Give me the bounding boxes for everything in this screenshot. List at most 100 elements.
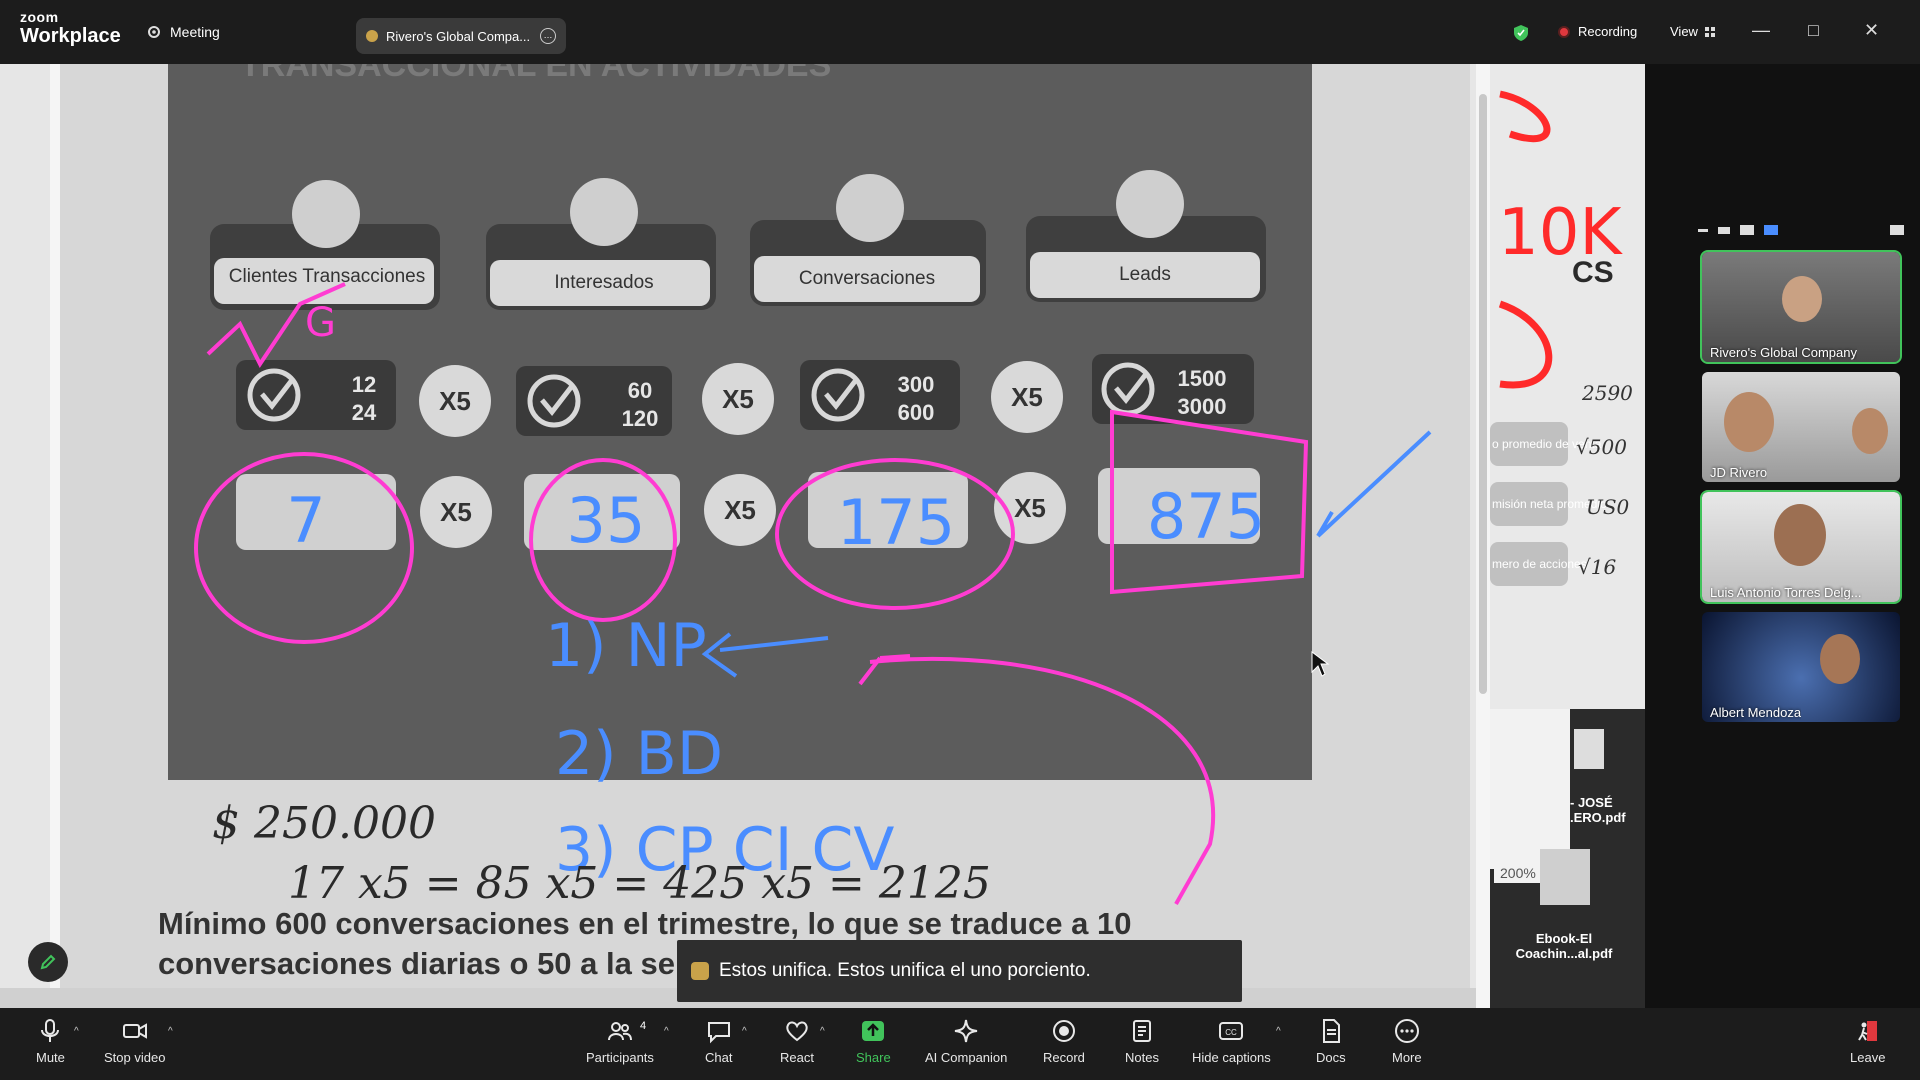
chat-button[interactable]: Chat (705, 1018, 732, 1065)
svg-text:CC: CC (1226, 1028, 1238, 1037)
top-mark-annotation: G (305, 300, 336, 346)
close-button[interactable]: ✕ (1864, 20, 1879, 41)
more-dots-icon (1394, 1019, 1419, 1043)
chat-chevron-icon[interactable]: ^ (742, 1026, 747, 1037)
participant-tile-3[interactable]: Luis Antonio Torres Delg... (1700, 490, 1902, 604)
more-label: More (1392, 1050, 1422, 1065)
view-button[interactable]: View (1670, 24, 1716, 39)
recording-label: Recording (1578, 24, 1638, 39)
hide-captions-button[interactable]: CC Hide captions (1192, 1018, 1271, 1065)
sparkle-icon (955, 1019, 978, 1043)
result-2: 35 (567, 484, 646, 557)
participant-tile-2[interactable]: JD Rivero (1702, 372, 1900, 482)
record-button[interactable]: Record (1043, 1018, 1085, 1065)
maximize-button[interactable]: □ (1808, 20, 1819, 41)
file-name-1[interactable]: - JOSÉ .ERO.pdf (1570, 795, 1642, 825)
right-panel-annotations: 10K CS o promedio de venta misión neta p… (1490, 64, 1645, 709)
participant-tile-1[interactable]: Rivero's Global Company (1700, 250, 1902, 364)
security-shield-icon[interactable] (1514, 25, 1528, 41)
participants-chevron-icon[interactable]: ^ (664, 1026, 669, 1037)
pdf-file-icon[interactable] (1574, 729, 1604, 769)
react-button[interactable]: React (780, 1018, 814, 1065)
video-camera-icon (122, 1023, 147, 1039)
handwritten-2: √500 (1576, 435, 1627, 459)
speaker-avatar-icon (691, 962, 709, 980)
participant-face-3 (1774, 504, 1826, 566)
grid-view-icon (1704, 26, 1715, 37)
leave-door-icon (1857, 1021, 1877, 1041)
poster-top-title: TRANSACCIONAL EN ACTIVIDADES (240, 64, 831, 84)
multiplier-6: X5 (1014, 493, 1046, 523)
captions-chevron-icon[interactable]: ^ (1276, 1026, 1281, 1037)
minimize-button[interactable]: — (1752, 20, 1770, 41)
docs-label: Docs (1316, 1050, 1346, 1065)
multiplier-3: X5 (1011, 382, 1043, 412)
participant-face-2b (1852, 408, 1888, 454)
right-label-3: mero de acciones (1492, 557, 1587, 571)
meeting-info-button[interactable]: Meeting (146, 24, 220, 40)
participants-count: 4 (640, 1020, 647, 1032)
view-label: View (1670, 24, 1698, 39)
meeting-toolbar: Mute ^ Stop video ^ Participants 4 ^ Cha… (0, 1008, 1920, 1080)
recording-dot-icon (1558, 25, 1570, 38)
file-name-2[interactable]: Ebook-El Coachin...al.pdf (1494, 931, 1634, 961)
sharer-avatar-icon (366, 30, 378, 42)
shared-screen-label: Rivero's Global Compa... (386, 28, 531, 44)
zoom-level-label: 200% (1494, 863, 1542, 883)
range-bottom-3: 600 (898, 400, 935, 425)
recording-indicator[interactable]: Recording (1558, 24, 1637, 39)
category-label-3: Conversaciones (799, 268, 935, 289)
category-label-1: Clientes Transacciones (229, 266, 425, 287)
range-bottom-1: 24 (352, 400, 377, 425)
notes-button[interactable]: Notes (1125, 1018, 1159, 1065)
handwritten-4: √16 (1578, 555, 1616, 579)
result-1: 7 (286, 484, 325, 557)
notes-label: Notes (1125, 1050, 1159, 1065)
range-top-1: 12 (352, 372, 376, 397)
category-label-4: Leads (1119, 264, 1171, 285)
share-label: Share (856, 1050, 891, 1065)
handwritten-3: US0 (1586, 495, 1630, 519)
category-label-2: Interesados (554, 272, 653, 293)
more-options-icon[interactable]: … (540, 28, 556, 44)
standard-view-icon[interactable] (1740, 225, 1754, 235)
multiplier-5: X5 (724, 495, 756, 525)
mouse-cursor-icon (1311, 651, 1330, 677)
video-options-chevron-icon[interactable]: ^ (168, 1026, 173, 1037)
multiplier-4: X5 (440, 497, 472, 527)
react-chevron-icon[interactable]: ^ (820, 1026, 825, 1037)
audio-options-chevron-icon[interactable]: ^ (74, 1026, 79, 1037)
minimize-video-icon[interactable] (1698, 228, 1708, 232)
pdf-file-icon-2[interactable] (1540, 849, 1590, 905)
range-top-4: 1500 (1178, 366, 1227, 391)
range-top-3: 300 (898, 372, 935, 397)
more-button[interactable]: More (1392, 1018, 1422, 1065)
stop-video-button[interactable]: Stop video (104, 1018, 165, 1065)
participant-face-2 (1724, 392, 1774, 452)
calc-annotation: 17 x5 = 85 x5 = 425 x5 = 2125 (288, 858, 991, 909)
multiplier-1: X5 (439, 386, 471, 416)
step-1: 1) NP (545, 611, 707, 681)
gallery-view-icon[interactable] (1764, 225, 1778, 235)
mute-button[interactable]: Mute (36, 1018, 65, 1065)
notes-icon (1132, 1020, 1151, 1042)
participant-tile-4[interactable]: Albert Mendoza (1702, 612, 1900, 722)
pencil-icon (40, 954, 56, 970)
result-4: 875 (1147, 480, 1265, 553)
desktop-files-area: 200% - JOSÉ .ERO.pdf Ebook-El Coachin...… (1490, 709, 1645, 1008)
category-boxes (210, 170, 1266, 310)
ai-companion-button[interactable]: AI Companion (925, 1018, 1007, 1065)
participant-face-1 (1782, 276, 1822, 322)
speaker-view-icon[interactable] (1718, 226, 1730, 234)
annotate-button[interactable] (28, 942, 68, 982)
meeting-label: Meeting (170, 24, 220, 40)
leave-button[interactable]: Leave (1850, 1018, 1885, 1065)
footer-line-2: conversaciones diarias o 50 a la semana (158, 946, 757, 981)
docs-button[interactable]: Docs (1316, 1018, 1346, 1065)
brand-bottom: Workplace (20, 25, 121, 47)
popout-icon[interactable] (1890, 225, 1904, 235)
meeting-gear-icon (148, 26, 160, 38)
shared-screen-tab[interactable]: Rivero's Global Compa... … (356, 18, 566, 54)
share-button[interactable]: Share (856, 1018, 891, 1065)
live-caption: Estos unifica. Estos unifica el uno porc… (677, 940, 1242, 1002)
